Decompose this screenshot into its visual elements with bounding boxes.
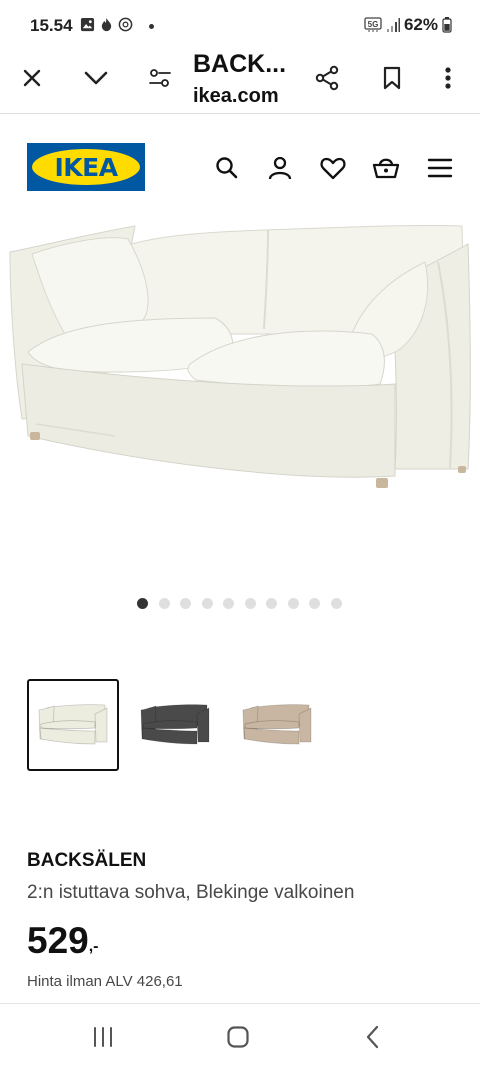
close-icon[interactable] bbox=[18, 64, 46, 92]
sofa-thumbnail bbox=[38, 704, 108, 745]
recent-apps-icon[interactable] bbox=[88, 1022, 118, 1052]
gallery-icon bbox=[80, 17, 95, 32]
product-image[interactable] bbox=[0, 214, 480, 594]
user-icon[interactable] bbox=[266, 154, 294, 182]
carousel-dot[interactable] bbox=[137, 598, 148, 609]
share-icon[interactable] bbox=[313, 64, 341, 92]
product-price: 529 ,- bbox=[27, 920, 99, 962]
carousel-dot[interactable] bbox=[266, 598, 277, 609]
price-amount: 529 bbox=[27, 920, 89, 961]
carousel-dot[interactable] bbox=[244, 598, 256, 609]
basket-icon[interactable] bbox=[372, 154, 400, 182]
variant-thumbnail[interactable] bbox=[27, 679, 119, 771]
variant-thumbnail[interactable] bbox=[231, 679, 323, 771]
price-excl-vat: Hinta ilman ALV 426,61 bbox=[27, 973, 183, 990]
carousel-indicator bbox=[137, 598, 342, 609]
battery-percent: 62% bbox=[403, 15, 438, 34]
page-domain: ikea.com bbox=[193, 85, 279, 107]
site-header: IKEA bbox=[0, 114, 480, 214]
color-variants bbox=[27, 679, 323, 771]
menu-icon[interactable] bbox=[426, 154, 454, 182]
page-title: BACK... bbox=[193, 50, 287, 78]
carousel-dot[interactable] bbox=[287, 598, 299, 609]
fire-icon bbox=[101, 17, 112, 32]
sofa-thumbnail bbox=[242, 704, 312, 745]
data-saver-icon bbox=[118, 17, 133, 32]
back-icon[interactable] bbox=[358, 1022, 388, 1052]
browser-toolbar: BACK... ikea.com bbox=[0, 44, 480, 114]
carousel-dot[interactable] bbox=[309, 598, 320, 609]
page-settings-icon[interactable] bbox=[146, 64, 174, 92]
carousel-dot[interactable] bbox=[180, 598, 191, 609]
notification-dot bbox=[149, 24, 154, 29]
network-5g-icon: 5G bbox=[364, 17, 382, 32]
system-nav-bar bbox=[0, 1003, 480, 1067]
logo-text: IKEA bbox=[54, 152, 118, 182]
status-time: 15.54 bbox=[30, 16, 73, 35]
ikea-logo[interactable]: IKEA bbox=[27, 143, 145, 191]
logo-oval: IKEA bbox=[32, 149, 140, 185]
carousel-dot[interactable] bbox=[223, 598, 234, 609]
more-vert-icon[interactable] bbox=[434, 64, 462, 92]
price-suffix: ,- bbox=[88, 938, 99, 955]
carousel-dot[interactable] bbox=[330, 598, 342, 609]
notification-icons bbox=[80, 17, 133, 32]
search-icon[interactable] bbox=[213, 154, 241, 182]
status-right: 5G 62% bbox=[364, 15, 452, 35]
heart-icon[interactable] bbox=[319, 154, 347, 182]
carousel-dot[interactable] bbox=[201, 598, 213, 609]
battery-icon bbox=[442, 17, 452, 33]
sofa-thumbnail bbox=[140, 704, 210, 745]
signal-icon bbox=[386, 18, 400, 32]
home-icon[interactable] bbox=[223, 1022, 253, 1052]
product-name[interactable]: BACKSÄLEN bbox=[27, 850, 146, 872]
variant-thumbnail[interactable] bbox=[129, 679, 221, 771]
product-description: 2:n istuttava sohva, Blekinge valkoinen bbox=[27, 882, 355, 903]
carousel-dot[interactable] bbox=[158, 598, 170, 609]
bookmark-icon[interactable] bbox=[378, 64, 406, 92]
svg-text:5G: 5G bbox=[368, 20, 379, 29]
chevron-down-icon[interactable] bbox=[82, 64, 110, 92]
